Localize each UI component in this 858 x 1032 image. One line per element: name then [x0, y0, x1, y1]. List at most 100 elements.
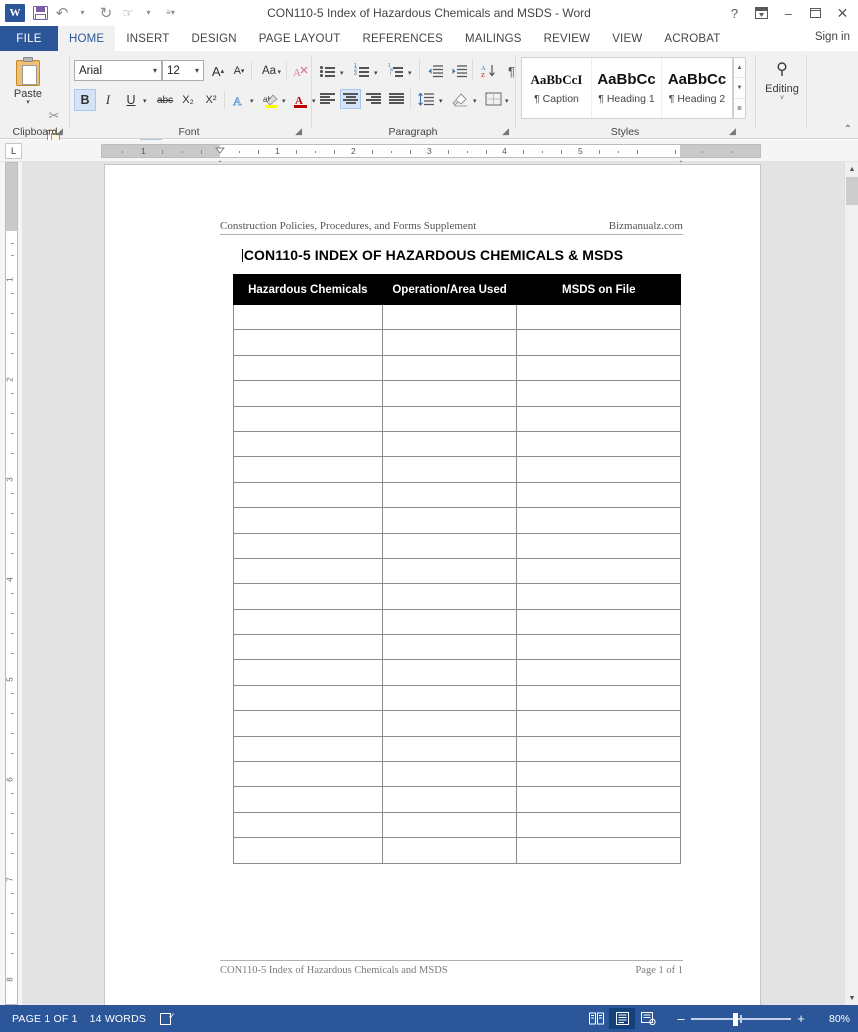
table-cell[interactable]	[516, 735, 681, 763]
table-row[interactable]	[233, 659, 681, 686]
table-cell[interactable]	[233, 811, 383, 839]
table-cell[interactable]	[233, 380, 383, 407]
table-cell[interactable]	[516, 786, 681, 813]
table-cell[interactable]	[381, 405, 518, 432]
style-heading-1[interactable]: AaBbCc ¶ Heading 1	[592, 58, 662, 118]
table-cell[interactable]	[381, 634, 518, 661]
text-highlight-button[interactable]: ab	[260, 89, 282, 111]
collapse-ribbon-icon[interactable]: ⌃	[844, 124, 852, 135]
table-row[interactable]	[233, 456, 681, 483]
table-cell[interactable]	[516, 481, 681, 509]
font-size-input[interactable]: 12 ▾	[162, 60, 204, 81]
read-mode-view-button[interactable]	[583, 1008, 609, 1029]
table-cell[interactable]	[381, 837, 518, 864]
font-size-dropdown-icon[interactable]: ▾	[195, 66, 203, 75]
tab-insert[interactable]: INSERT	[115, 26, 180, 51]
touch-mouse-mode-icon[interactable]: ☞	[117, 2, 139, 24]
hazardous-chemicals-table[interactable]: Hazardous Chemicals Operation/Area Used …	[233, 274, 681, 864]
web-layout-view-button[interactable]	[635, 1008, 661, 1029]
numbering-dropdown-icon[interactable]: ▾	[374, 69, 378, 77]
clipboard-dialog-launcher[interactable]: ◢	[56, 126, 63, 137]
customize-quick-access-toolbar-icon[interactable]: ≡▾	[161, 2, 183, 24]
table-cell[interactable]	[233, 761, 383, 788]
styles-more-icon[interactable]: ≣	[734, 99, 745, 118]
tab-design[interactable]: DESIGN	[180, 26, 247, 51]
scrollbar-thumb[interactable]	[846, 177, 858, 205]
table-cell[interactable]	[516, 456, 681, 483]
borders-button[interactable]	[483, 89, 504, 109]
undo-dropdown-icon[interactable]: ▾	[73, 2, 95, 24]
table-cell[interactable]	[516, 303, 681, 331]
table-cell[interactable]	[233, 684, 383, 712]
table-cell[interactable]	[233, 481, 383, 509]
borders-dropdown-icon[interactable]: ▾	[505, 97, 509, 105]
table-row[interactable]	[233, 430, 681, 458]
text-highlight-dropdown-icon[interactable]: ▾	[282, 97, 286, 105]
table-cell[interactable]	[233, 303, 383, 331]
zoom-level-label[interactable]: 80%	[820, 1013, 850, 1025]
table-cell[interactable]	[516, 684, 681, 712]
table-row[interactable]	[233, 557, 681, 585]
paste-dropdown-icon[interactable]: ▾	[26, 99, 30, 106]
line-spacing-button[interactable]	[416, 89, 437, 109]
table-cell[interactable]	[516, 837, 681, 864]
cut-button[interactable]: ✂	[44, 106, 64, 125]
superscript-button[interactable]: X²	[200, 89, 222, 111]
table-row[interactable]	[233, 329, 681, 356]
font-dialog-launcher[interactable]: ◢	[295, 126, 302, 137]
line-spacing-dropdown-icon[interactable]: ▾	[439, 97, 443, 105]
table-cell[interactable]	[233, 405, 383, 432]
table-cell[interactable]	[233, 329, 383, 356]
numbering-button[interactable]: 123	[351, 61, 372, 81]
tab-file[interactable]: FILE	[0, 26, 58, 51]
document-page[interactable]: Construction Policies, Procedures, and F…	[105, 165, 760, 1005]
horizontal-ruler-track[interactable]: 1 1 2 3 4 5	[101, 144, 761, 158]
table-cell[interactable]	[233, 354, 383, 382]
zoom-slider[interactable]	[691, 1012, 791, 1026]
table-row[interactable]	[233, 608, 681, 636]
decrease-indent-button[interactable]	[425, 61, 446, 81]
table-cell[interactable]	[516, 507, 681, 534]
table-cell[interactable]	[233, 735, 383, 763]
minimize-icon[interactable]: –	[775, 1, 802, 25]
strikethrough-button[interactable]: abc	[154, 89, 176, 111]
align-left-button[interactable]	[317, 89, 338, 109]
table-cell[interactable]	[381, 761, 518, 788]
vertical-scrollbar[interactable]: ▲ ▼	[844, 162, 858, 1005]
table-row[interactable]	[233, 735, 681, 763]
shrink-font-button[interactable]: A ▾	[228, 60, 250, 82]
table-cell[interactable]	[381, 811, 518, 839]
print-layout-view-button[interactable]	[609, 1008, 635, 1029]
table-cell[interactable]	[381, 608, 518, 636]
table-row[interactable]	[233, 811, 681, 839]
underline-button[interactable]: U	[120, 89, 142, 111]
change-case-button[interactable]: Aa ▾	[255, 60, 283, 82]
tab-mailings[interactable]: MAILINGS	[454, 26, 533, 51]
document-header[interactable]: Construction Policies, Procedures, and F…	[220, 220, 683, 235]
document-canvas[interactable]: Construction Policies, Procedures, and F…	[22, 162, 844, 1005]
save-icon[interactable]	[29, 2, 51, 24]
bullets-button[interactable]	[317, 61, 338, 81]
status-word-count[interactable]: 14 WORDS	[90, 1013, 146, 1025]
zoom-control[interactable]: – + 80%	[671, 1011, 850, 1026]
font-name-input[interactable]: Arial ▾	[74, 60, 162, 81]
table-cell[interactable]	[233, 532, 383, 559]
styles-gallery-scroll[interactable]: ▲ ▼ ≣	[733, 57, 746, 119]
table-cell[interactable]	[516, 659, 681, 686]
help-icon[interactable]: ?	[721, 1, 748, 25]
table-cell[interactable]	[516, 557, 681, 585]
table-row[interactable]	[233, 837, 681, 864]
styles-scroll-up-icon[interactable]: ▲	[734, 58, 745, 79]
table-cell[interactable]	[233, 557, 383, 585]
table-cell[interactable]	[516, 634, 681, 661]
table-row[interactable]	[233, 507, 681, 534]
table-cell[interactable]	[516, 405, 681, 432]
bullets-dropdown-icon[interactable]: ▾	[340, 69, 344, 77]
table-cell[interactable]	[516, 710, 681, 737]
table-cell[interactable]	[516, 761, 681, 788]
editing-dropdown-icon[interactable]: ˅	[780, 95, 784, 102]
table-cell[interactable]	[381, 532, 518, 559]
table-row[interactable]	[233, 684, 681, 712]
sort-button[interactable]: AZ	[478, 61, 499, 81]
zoom-in-button[interactable]: +	[791, 1011, 811, 1026]
